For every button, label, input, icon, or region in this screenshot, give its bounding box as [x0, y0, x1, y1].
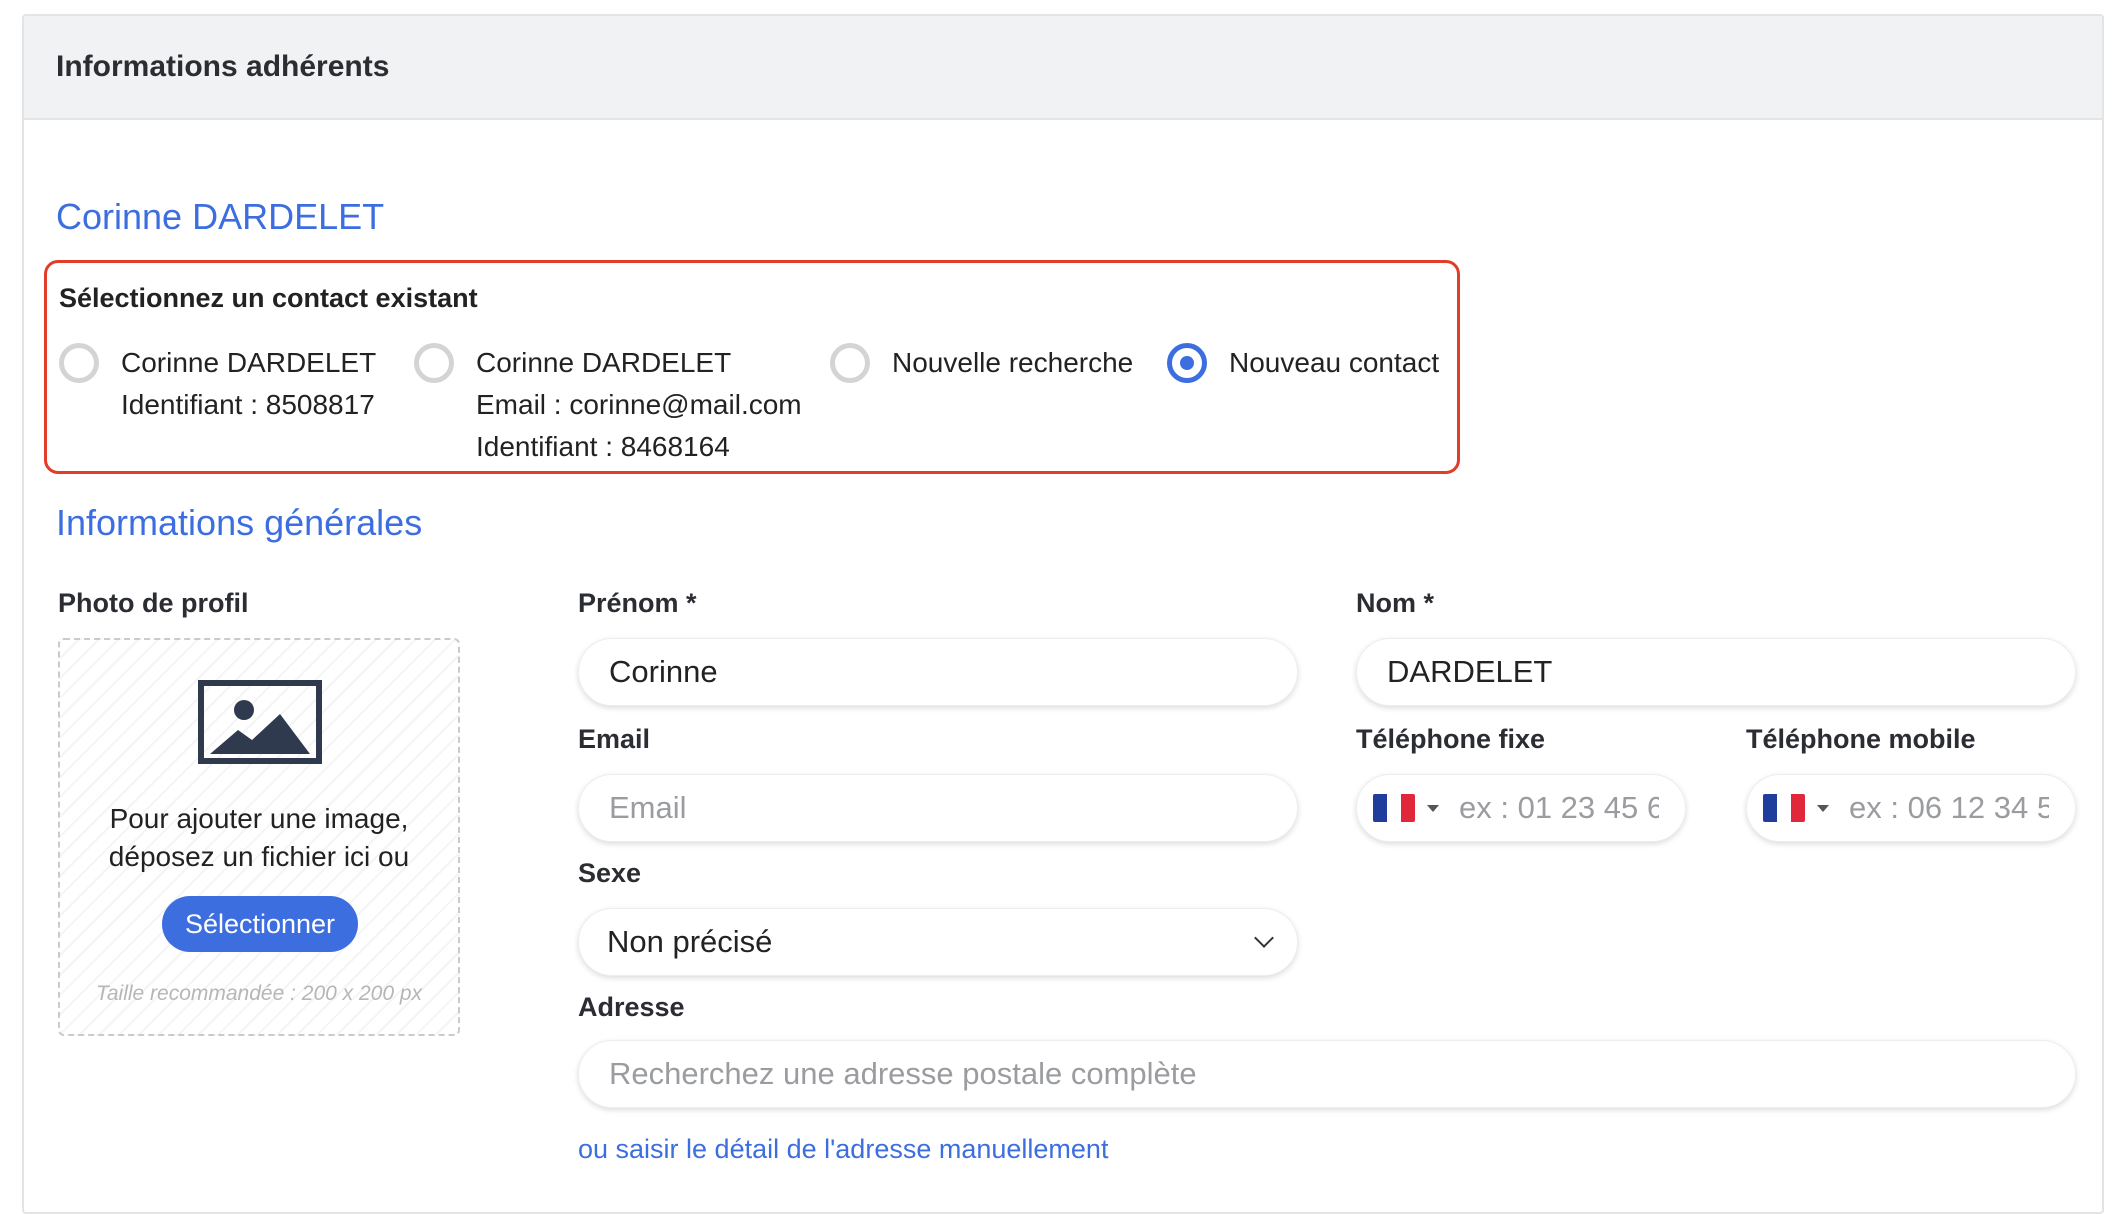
contact-select-label: Sélectionnez un contact existant: [59, 283, 478, 313]
photo-dropzone[interactable]: Pour ajouter une image, déposez un fichi…: [58, 638, 460, 1036]
prenom-input[interactable]: [578, 638, 1298, 706]
telephone-mobile-input[interactable]: [1849, 790, 2049, 826]
prenom-label: Prénom *: [578, 588, 697, 618]
chevron-down-icon: [1254, 928, 1274, 948]
radio-option-new-contact[interactable]: Nouveau contact: [1167, 343, 1439, 384]
radio-button[interactable]: [59, 343, 99, 383]
member-name-title: Corinne DARDELET: [56, 196, 385, 237]
photo-label: Photo de profil: [58, 588, 249, 618]
radio-option-contact-2[interactable]: Corinne DARDELET Email : corinne@mail.co…: [414, 343, 802, 468]
photo-instructions: Pour ajouter une image, déposez un fichi…: [108, 803, 410, 872]
fr-flag-icon[interactable]: [1373, 794, 1415, 822]
image-icon: [198, 680, 322, 764]
sexe-selected-value: Non précisé: [607, 924, 773, 959]
radio-option-text: Corinne DARDELET Identifiant : 8508817: [121, 347, 377, 420]
telephone-fixe-input[interactable]: [1459, 790, 1659, 826]
telephone-fixe-field[interactable]: [1356, 774, 1686, 842]
email-input[interactable]: [578, 774, 1298, 842]
telephone-mobile-label: Téléphone mobile: [1746, 724, 1976, 754]
contact-select-group: Sélectionnez un contact existant Corinne…: [44, 260, 1460, 474]
radio-button[interactable]: [830, 343, 870, 383]
telephone-mobile-field[interactable]: [1746, 774, 2076, 842]
member-info-card: Informations adhérents Corinne DARDELET …: [22, 14, 2104, 1214]
card-title: Informations adhérents: [56, 50, 390, 83]
adresse-label: Adresse: [578, 992, 685, 1022]
chevron-down-icon[interactable]: [1427, 804, 1439, 812]
radio-option-new-search[interactable]: Nouvelle recherche: [830, 343, 1133, 384]
email-label: Email: [578, 724, 651, 754]
radio-button-checked[interactable]: [1167, 343, 1207, 383]
sexe-label: Sexe: [578, 858, 642, 888]
radio-button[interactable]: [414, 343, 454, 383]
nom-label: Nom *: [1356, 588, 1435, 618]
select-file-button[interactable]: Sélectionner: [162, 896, 358, 952]
adresse-search-input[interactable]: [578, 1040, 2076, 1108]
fr-flag-icon[interactable]: [1763, 794, 1805, 822]
card-header: Informations adhérents: [24, 16, 2102, 120]
radio-option-contact-1[interactable]: Corinne DARDELET Identifiant : 8508817: [59, 343, 376, 426]
radio-option-text: Corinne DARDELET Email : corinne@mail.co…: [476, 347, 802, 462]
telephone-fixe-label: Téléphone fixe: [1356, 724, 1546, 754]
radio-option-text: Nouveau contact: [1229, 347, 1440, 378]
radio-option-text: Nouvelle recherche: [892, 347, 1134, 378]
section-title-general: Informations générales: [56, 502, 423, 543]
chevron-down-icon[interactable]: [1817, 804, 1829, 812]
nom-input[interactable]: [1356, 638, 2076, 706]
manual-address-link[interactable]: ou saisir le détail de l'adresse manuell…: [578, 1134, 1108, 1165]
sexe-select[interactable]: Non précisé: [578, 908, 1298, 976]
photo-size-hint: Taille recommandée : 200 x 200 px: [95, 982, 423, 1005]
